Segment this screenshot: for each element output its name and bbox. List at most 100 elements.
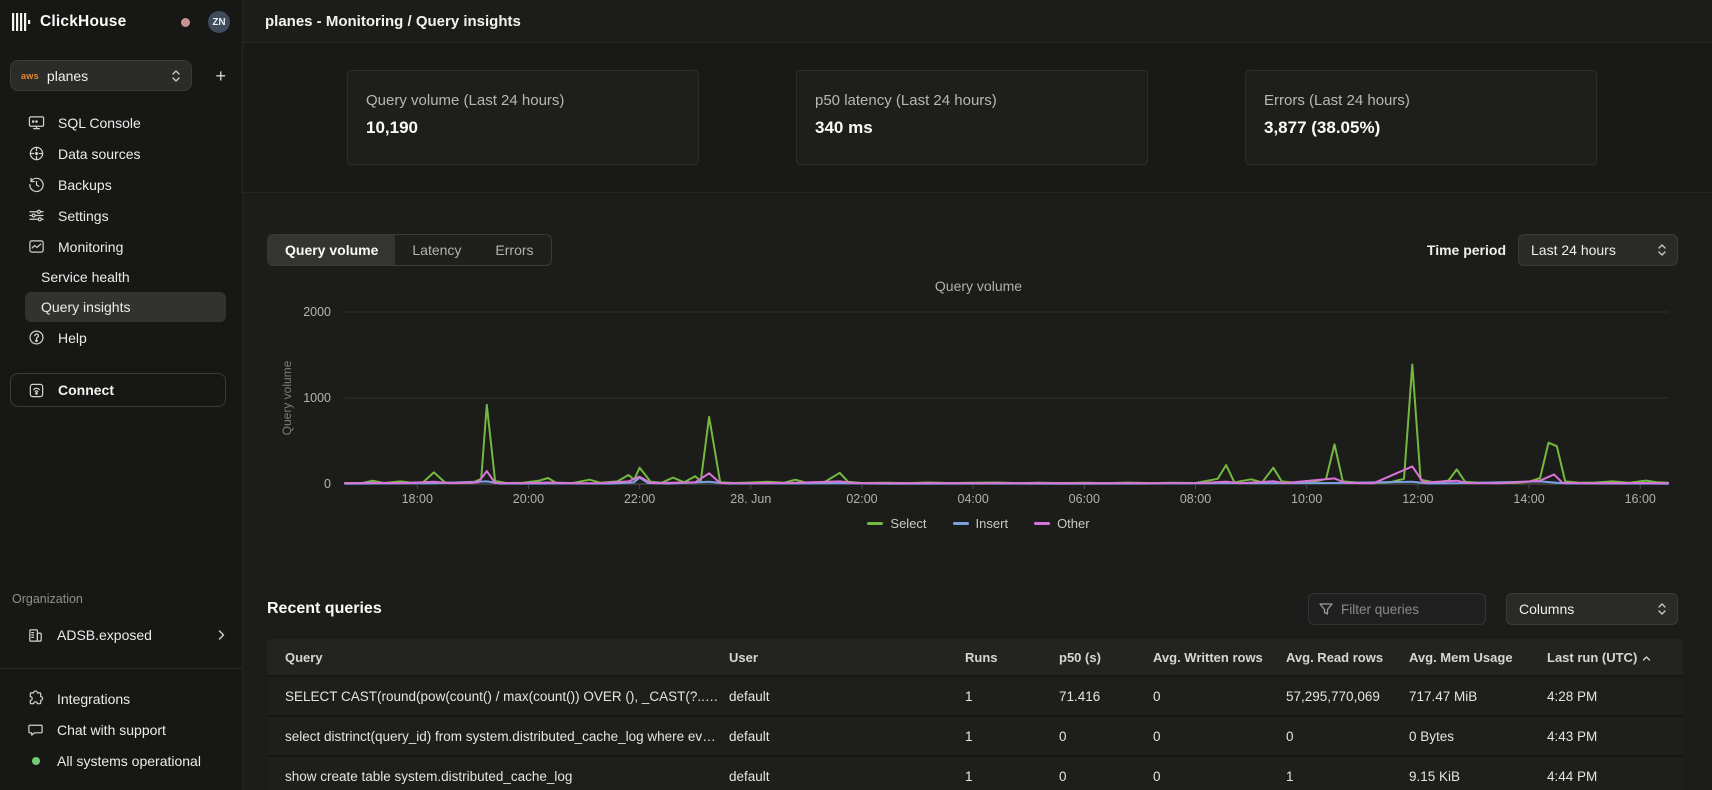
table-row[interactable]: SELECT CAST(round(pow(count() / max(coun… bbox=[267, 675, 1683, 715]
connect-button[interactable]: Connect bbox=[10, 373, 226, 407]
sidebar-subnav: Service health Query insights bbox=[0, 262, 242, 322]
sidebar-nav: SQL Console Data sourcesBackups Settings Mo… bbox=[0, 107, 242, 262]
stats-band: Query volume (Last 24 hours)10,190p50 la… bbox=[243, 43, 1712, 193]
columns-select-value: Columns bbox=[1519, 601, 1574, 617]
x-tick-label: 02:00 bbox=[846, 492, 877, 506]
cell-value: 717.47 MiB bbox=[1409, 689, 1547, 704]
page-title: planes - Monitoring / Query insights bbox=[265, 13, 521, 30]
cell-value: 4:43 PM bbox=[1547, 729, 1683, 744]
sidebar-divider bbox=[0, 668, 242, 669]
clickhouse-logo-icon bbox=[12, 13, 32, 31]
add-service-button[interactable]: + bbox=[215, 67, 226, 85]
sidebar-item-all-systems-operational[interactable]: All systems operational bbox=[0, 745, 242, 776]
column-header-last-run-utc-[interactable]: Last run (UTC) bbox=[1547, 650, 1683, 665]
sidebar-item-label: Monitoring bbox=[58, 239, 123, 255]
y-tick-label: 1000 bbox=[303, 391, 331, 405]
app: ClickHouse ZN aws planes + SQL ConsoleDa… bbox=[0, 0, 1712, 790]
x-tick-label: 20:00 bbox=[513, 492, 544, 506]
column-header-avg-read-rows[interactable]: Avg. Read rows bbox=[1286, 650, 1409, 665]
x-tick-label: 04:00 bbox=[958, 492, 989, 506]
column-header-runs[interactable]: Runs bbox=[965, 650, 1059, 665]
cell-value: 71.416 bbox=[1059, 689, 1153, 704]
sidebar-item-chat-with-support[interactable]: Chat with support bbox=[0, 714, 242, 745]
cell-query: SELECT CAST(round(pow(count() / max(coun… bbox=[267, 689, 729, 704]
chevron-updown-icon bbox=[1657, 602, 1667, 616]
y-axis-label: Query volume bbox=[280, 360, 294, 435]
sidebar-item-label: Help bbox=[58, 330, 87, 346]
cell-value: 0 bbox=[1059, 729, 1153, 744]
organization-section-label: Organization bbox=[0, 592, 242, 606]
sidebar-item-integrations[interactable]: Integrations bbox=[0, 683, 242, 714]
organization-name: ADSB.exposed bbox=[57, 627, 152, 643]
x-tick-label: 08:00 bbox=[1180, 492, 1211, 506]
legend-item-select[interactable]: Select bbox=[867, 516, 926, 531]
stat-card-2: Errors (Last 24 hours)3,877 (38.05%) bbox=[1245, 70, 1597, 165]
x-tick-label: 18:00 bbox=[402, 492, 433, 506]
cell-value: 9.15 KiB bbox=[1409, 769, 1547, 784]
sort-ascending-icon bbox=[1642, 655, 1651, 662]
avatar[interactable]: ZN bbox=[208, 11, 230, 33]
sidebar-subitem-label: Query insights bbox=[41, 299, 130, 315]
data-sources-icon bbox=[27, 145, 45, 163]
legend-item-insert[interactable]: Insert bbox=[953, 516, 1009, 531]
time-period-wrap: Time period Last 24 hours bbox=[1427, 234, 1678, 266]
column-header-avg-mem-usage[interactable]: Avg. Mem Usage bbox=[1409, 650, 1547, 665]
cell-value: 0 bbox=[1153, 729, 1286, 744]
sidebar-subitem-service-health[interactable]: Service health bbox=[25, 262, 226, 292]
cell-value: 0 Bytes bbox=[1409, 729, 1547, 744]
column-header-user[interactable]: User bbox=[729, 650, 965, 665]
stat-card-label: Query volume (Last 24 hours) bbox=[366, 92, 680, 109]
sidebar-subitem-query-insights[interactable]: Query insights bbox=[25, 292, 226, 322]
funnel-icon bbox=[1319, 602, 1333, 616]
chart-plot: 01000200018:0020:0022:0028. Jun02:0004:0… bbox=[267, 298, 1690, 510]
cell-value: 1 bbox=[965, 769, 1059, 784]
column-header-query[interactable]: Query bbox=[267, 650, 729, 665]
service-selector[interactable]: aws planes bbox=[10, 60, 192, 91]
column-header-avg-written-rows[interactable]: Avg. Written rows bbox=[1153, 650, 1286, 665]
column-header-p50-s-[interactable]: p50 (s) bbox=[1059, 650, 1153, 665]
table-row[interactable]: show create table system.distributed_cac… bbox=[267, 755, 1683, 790]
x-tick-label: 14:00 bbox=[1513, 492, 1544, 506]
sidebar-item-settings[interactable]: Settings bbox=[0, 200, 242, 231]
x-tick-label: 12:00 bbox=[1402, 492, 1433, 506]
sidebar: ClickHouse ZN aws planes + SQL ConsoleDa… bbox=[0, 0, 243, 790]
cell-value: 4:44 PM bbox=[1547, 769, 1683, 784]
recent-queries-header-row: Recent queries Columns bbox=[267, 593, 1678, 625]
series-select bbox=[345, 365, 1668, 484]
content: Query volumeLatencyErrors Time period La… bbox=[243, 193, 1712, 790]
sidebar-item-label: Integrations bbox=[57, 691, 130, 707]
notification-dot bbox=[181, 18, 190, 27]
sidebar-item-help[interactable]: Help bbox=[0, 322, 242, 353]
stat-card-label: Errors (Last 24 hours) bbox=[1264, 92, 1578, 109]
tab-latency[interactable]: Latency bbox=[395, 235, 478, 265]
connect-label: Connect bbox=[58, 382, 114, 398]
cell-value: 0 bbox=[1059, 769, 1153, 784]
sidebar-item-data-sources[interactable]: Data sources bbox=[0, 138, 242, 169]
connect-icon bbox=[28, 382, 45, 399]
x-tick-label: 16:00 bbox=[1625, 492, 1656, 506]
sidebar-item-label: SQL Console bbox=[58, 115, 141, 131]
tab-errors[interactable]: Errors bbox=[478, 235, 550, 265]
stat-card-0: Query volume (Last 24 hours)10,190 bbox=[347, 70, 699, 165]
sidebar-item-backups[interactable]: Backups bbox=[0, 169, 242, 200]
filter-queries-box[interactable] bbox=[1308, 593, 1486, 625]
table-row[interactable]: select distrinct(query_id) from system.d… bbox=[267, 715, 1683, 755]
tab-query-volume[interactable]: Query volume bbox=[268, 235, 395, 265]
cell-value: 1 bbox=[1286, 769, 1409, 784]
topbar: planes - Monitoring / Query insights bbox=[243, 0, 1712, 43]
cell-value: default bbox=[729, 729, 965, 744]
recent-queries-table: QueryUserRunsp50 (s)Avg. Written rowsAvg… bbox=[267, 639, 1683, 790]
sidebar-footer: Integrations Chat with supportAll systems… bbox=[0, 683, 242, 776]
time-period-select[interactable]: Last 24 hours bbox=[1518, 234, 1678, 266]
sidebar-bottom: Organization ADSB.exposed Integrations Ch… bbox=[0, 592, 242, 790]
sidebar-item-label: Settings bbox=[58, 208, 109, 224]
cell-value: 57,295,770,069 bbox=[1286, 689, 1409, 704]
organization-item[interactable]: ADSB.exposed bbox=[0, 620, 242, 650]
filter-queries-input[interactable] bbox=[1341, 602, 1471, 617]
status-dot bbox=[32, 757, 40, 765]
sidebar-item-sql-console[interactable]: SQL Console bbox=[0, 107, 242, 138]
legend-item-other[interactable]: Other bbox=[1034, 516, 1090, 531]
stat-card-value: 340 ms bbox=[815, 118, 1129, 138]
sidebar-item-monitoring[interactable]: Monitoring bbox=[0, 231, 242, 262]
columns-select[interactable]: Columns bbox=[1506, 593, 1678, 625]
